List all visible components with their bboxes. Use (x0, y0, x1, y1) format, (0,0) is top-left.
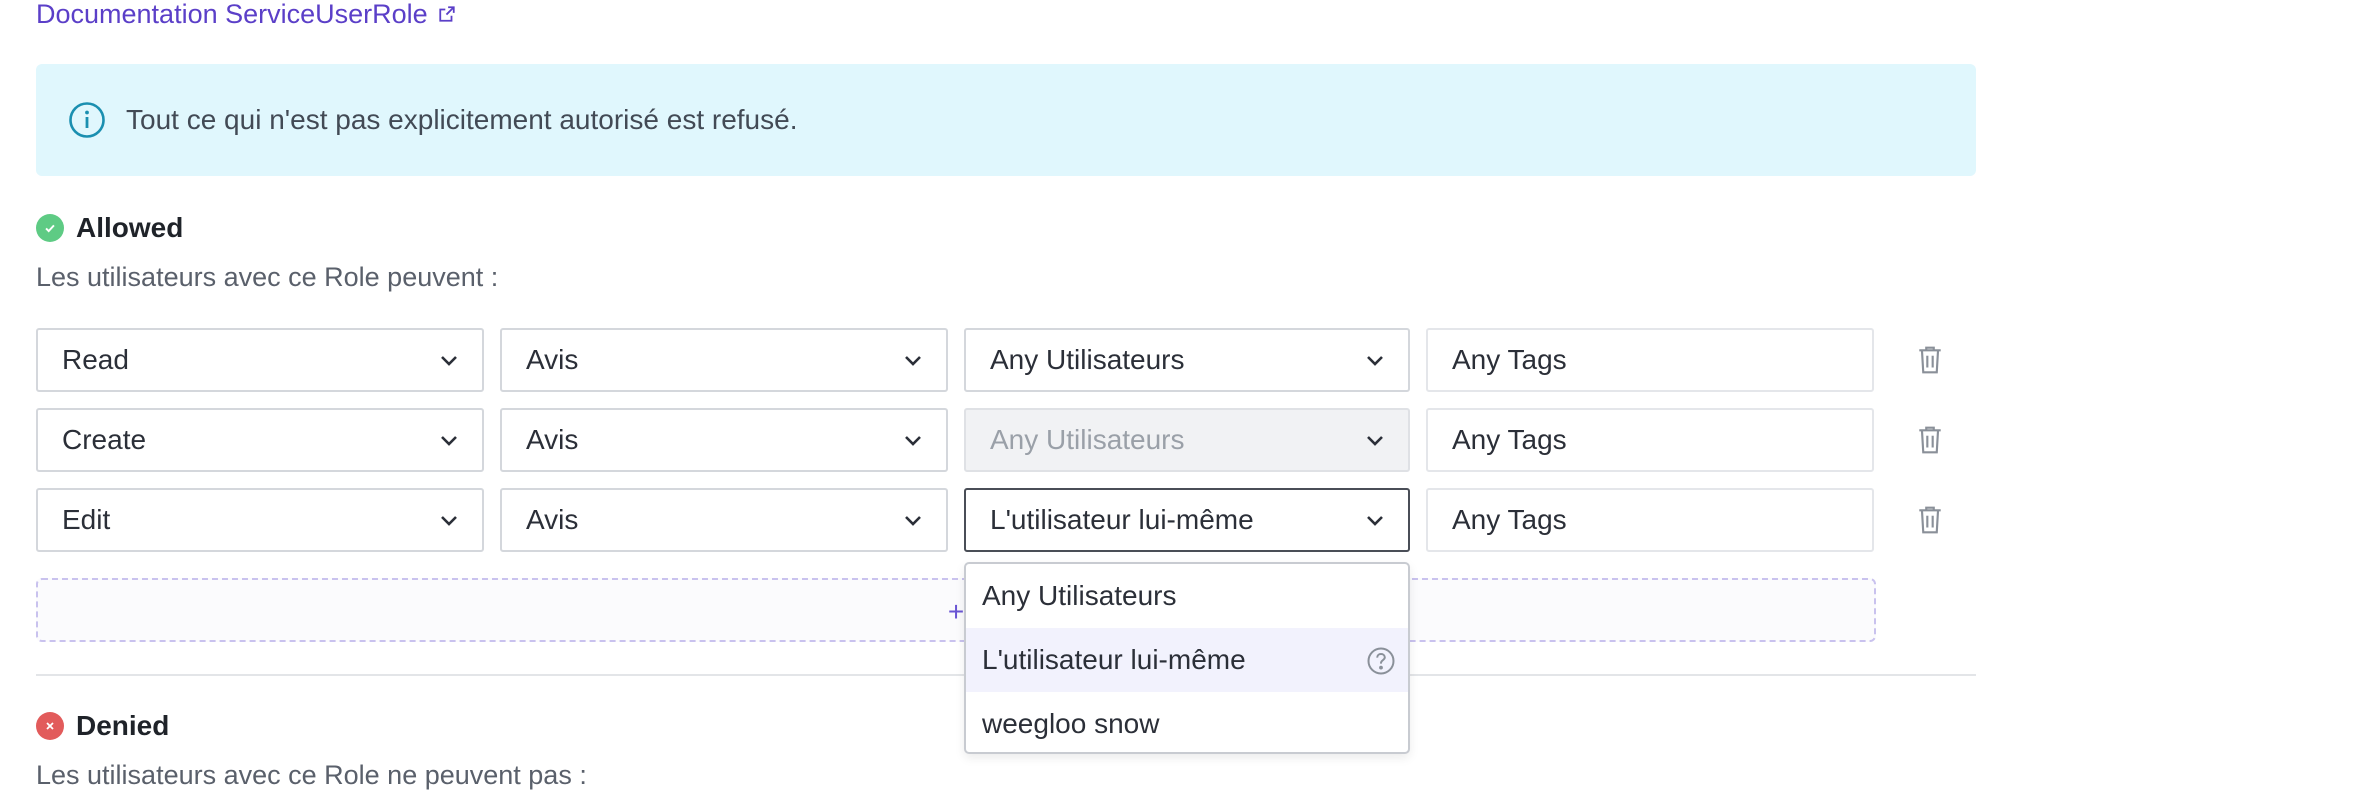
resource-select[interactable]: Avis (500, 408, 948, 472)
action-select-value: Create (62, 424, 147, 455)
action-select[interactable]: Create (36, 408, 484, 472)
denied-subtitle: Les utilisateurs avec ce Role ne peuvent… (36, 760, 587, 790)
dropdown-option-label: Any Utilisateurs (982, 580, 1177, 611)
delete-row-button[interactable] (1914, 502, 1946, 538)
dropdown-option-label: L'utilisateur lui-même (982, 644, 1246, 675)
scope-select-disabled: Any Utilisateurs (964, 408, 1410, 472)
scope-select-value: Any Utilisateurs (990, 424, 1185, 455)
tags-input-value: Any Tags (1452, 424, 1567, 455)
resource-select[interactable]: Avis (500, 328, 948, 392)
allowed-title: Allowed (76, 212, 184, 243)
action-select-value: Edit (62, 504, 111, 535)
tags-input-value: Any Tags (1452, 344, 1567, 375)
allowed-heading: Allowed (36, 212, 183, 244)
chevron-down-icon (1364, 509, 1386, 531)
trash-icon (1917, 425, 1943, 455)
tags-input[interactable]: Any Tags (1426, 488, 1874, 552)
info-banner-text: Tout ce qui n'est pas explicitement auto… (126, 104, 798, 135)
x-circle-icon (36, 712, 64, 740)
denied-heading: Denied (36, 710, 169, 742)
documentation-link-label: Documentation ServiceUserRole (36, 0, 428, 29)
tags-input[interactable]: Any Tags (1426, 328, 1874, 392)
chevron-down-icon (902, 509, 924, 531)
role-permissions-page: Documentation ServiceUserRole Tout ce qu… (0, 0, 2356, 804)
scope-select-value: L'utilisateur lui-même (990, 504, 1254, 535)
scope-dropdown-menu: Any Utilisateurs L'utilisateur lui-même … (964, 562, 1410, 754)
dropdown-option-any-utilisateurs[interactable]: Any Utilisateurs (966, 564, 1408, 628)
scope-select[interactable]: Any Utilisateurs (964, 328, 1410, 392)
add-rule-button[interactable]: + (36, 578, 1876, 642)
delete-row-button[interactable] (1914, 342, 1946, 378)
external-link-icon (438, 5, 456, 23)
chevron-down-icon (902, 349, 924, 371)
chevron-down-icon (1364, 349, 1386, 371)
action-select[interactable]: Read (36, 328, 484, 392)
action-select[interactable]: Edit (36, 488, 484, 552)
dropdown-option-lutilisateur-lui-meme[interactable]: L'utilisateur lui-même (966, 628, 1408, 692)
info-banner: Tout ce qui n'est pas explicitement auto… (36, 64, 1976, 176)
resource-select-value: Avis (526, 424, 579, 455)
allowed-subtitle: Les utilisateurs avec ce Role peuvent : (36, 262, 499, 292)
tags-input[interactable]: Any Tags (1426, 408, 1874, 472)
denied-title: Denied (76, 710, 170, 741)
resource-select-value: Avis (526, 504, 579, 535)
documentation-link[interactable]: Documentation ServiceUserRole (36, 0, 456, 29)
trash-icon (1917, 505, 1943, 535)
scope-select-value: Any Utilisateurs (990, 344, 1185, 375)
resource-select[interactable]: Avis (500, 488, 948, 552)
chevron-down-icon (438, 429, 460, 451)
info-icon (68, 101, 106, 139)
trash-icon (1917, 345, 1943, 375)
action-select-value: Read (62, 344, 129, 375)
chevron-down-icon (902, 429, 924, 451)
help-icon[interactable] (1366, 646, 1396, 676)
chevron-down-icon (1364, 429, 1386, 451)
check-circle-icon (36, 214, 64, 242)
chevron-down-icon (438, 509, 460, 531)
scope-select-open[interactable]: L'utilisateur lui-même (964, 488, 1410, 552)
resource-select-value: Avis (526, 344, 579, 375)
tags-input-value: Any Tags (1452, 504, 1567, 535)
chevron-down-icon (438, 349, 460, 371)
delete-row-button[interactable] (1914, 422, 1946, 458)
dropdown-option-label: weegloo snow (982, 708, 1160, 739)
dropdown-option-weegloo-snow[interactable]: weegloo snow (966, 692, 1408, 752)
